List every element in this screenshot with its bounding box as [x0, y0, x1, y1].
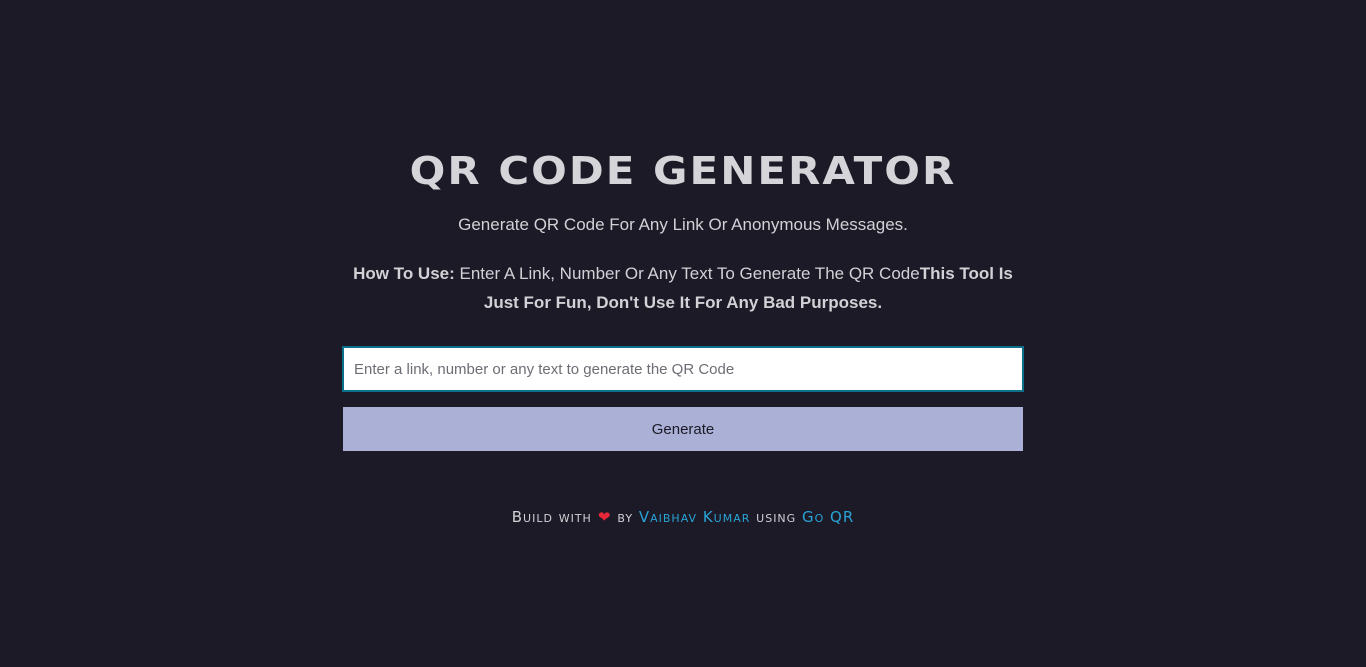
heart-icon: ❤ [597, 508, 612, 526]
footer-using: using [756, 508, 797, 526]
qr-text-input[interactable] [342, 346, 1024, 392]
page-title: QR CODE GENERATOR [409, 147, 957, 194]
instructions-label: How To Use: [353, 264, 455, 283]
page-subtitle: Generate QR Code For Any Link Or Anonymo… [458, 215, 908, 234]
go-qr-link[interactable]: Go QR [802, 508, 854, 526]
footer: Build with ❤ by Vaibhav Kumar using Go QR [0, 508, 1366, 526]
generate-button[interactable]: Generate [343, 407, 1023, 451]
footer-by: by [617, 508, 634, 526]
instructions-text: Enter A Link, Number Or Any Text To Gene… [454, 264, 920, 283]
footer-build-with: Build with [511, 508, 592, 526]
instructions: How To Use: Enter A Link, Number Or Any … [340, 259, 1026, 317]
page: QR CODE GENERATOR Generate QR Code For A… [0, 0, 1366, 667]
author-link[interactable]: Vaibhav Kumar [639, 508, 751, 526]
